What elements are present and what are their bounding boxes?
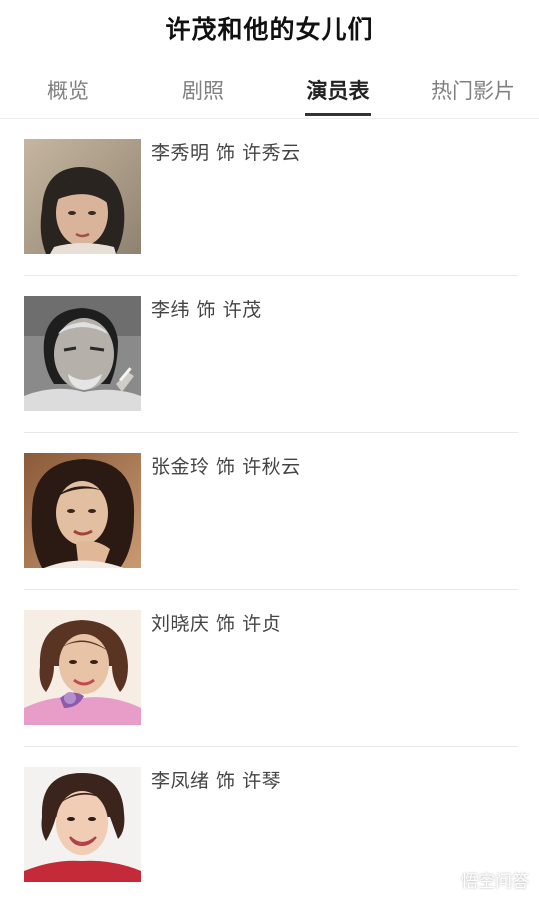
cast-name[interactable]: 李凤绪 饰 许琴 (151, 766, 281, 793)
tab-cast[interactable]: 演员表 (290, 74, 386, 108)
tab-stills[interactable]: 剧照 (155, 74, 251, 108)
cast-list-item[interactable]: 张金玲 饰 许秋云 (24, 432, 518, 590)
tab-popular-films[interactable]: 热门影片 (420, 74, 526, 108)
cast-name[interactable]: 李秀明 饰 许秀云 (151, 138, 301, 165)
cast-list-item[interactable]: 刘晓庆 饰 许贞 (24, 589, 518, 747)
wukong-logo-icon (434, 868, 458, 895)
cast-list-item[interactable]: 李秀明 饰 许秀云 (24, 118, 518, 276)
tab-bar: 概览 剧照 演员表 热门影片 (0, 66, 539, 119)
cast-name[interactable]: 刘晓庆 饰 许贞 (151, 609, 281, 636)
tab-overview[interactable]: 概览 (20, 74, 116, 108)
watermark-text: 悟空问答 (461, 872, 529, 892)
actor-photo[interactable] (24, 453, 141, 568)
actor-photo[interactable] (24, 767, 141, 882)
watermark: 悟空问答 (434, 868, 529, 895)
actor-photo[interactable] (24, 610, 141, 725)
cast-name[interactable]: 张金玲 饰 许秋云 (151, 452, 301, 479)
actor-photo[interactable] (24, 139, 141, 254)
cast-name[interactable]: 李纬 饰 许茂 (151, 295, 262, 322)
actor-photo[interactable] (24, 296, 141, 411)
cast-list-item[interactable]: 李纬 饰 许茂 (24, 275, 518, 433)
page-title: 许茂和他的女儿们 (165, 15, 374, 44)
active-tab-indicator (305, 113, 371, 116)
